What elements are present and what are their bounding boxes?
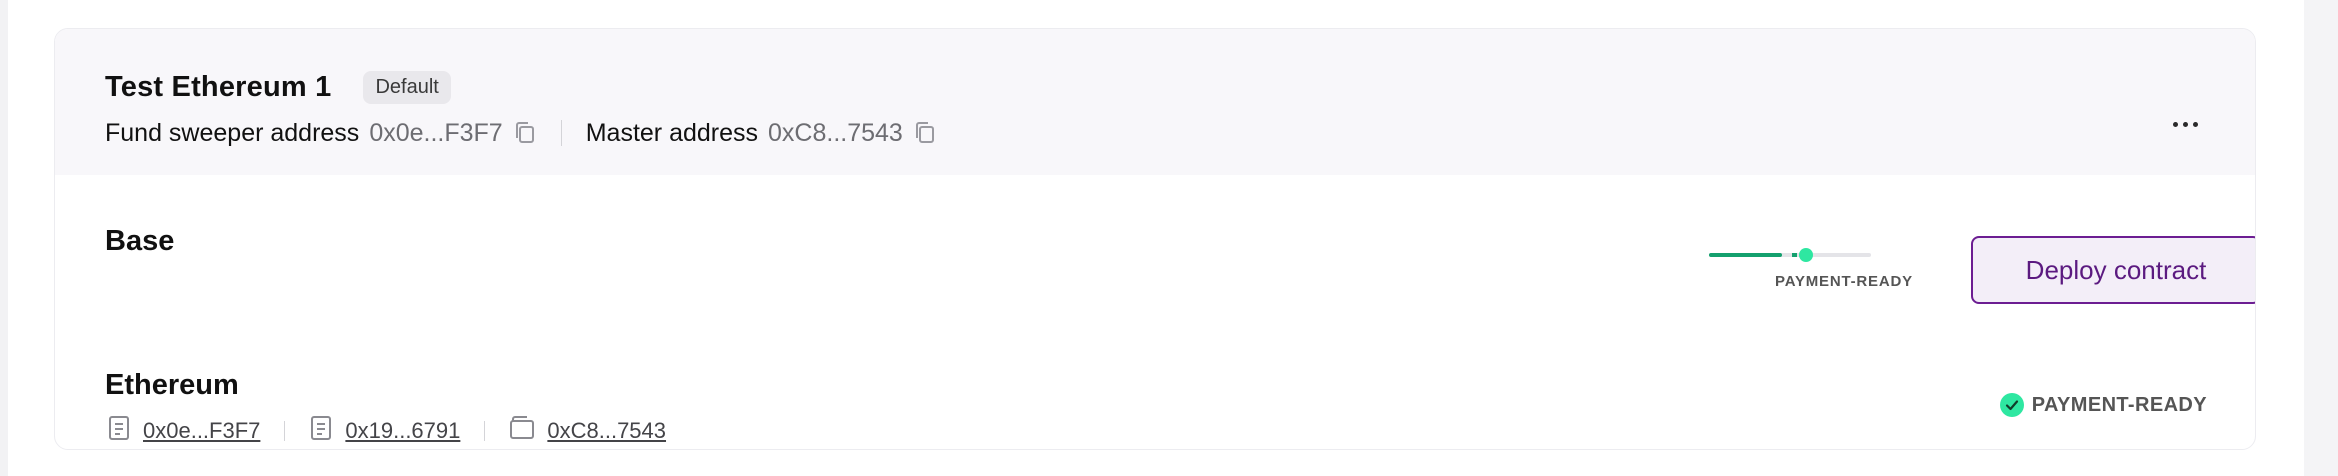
deploy-contract-button[interactable]: Deploy contract	[1971, 236, 2255, 304]
link-divider	[484, 421, 486, 441]
check-circle-icon	[1999, 393, 2024, 417]
address-divider	[560, 120, 562, 146]
wallet-title: Test Ethereum 1	[105, 70, 332, 103]
right-scroll-gutter	[2304, 0, 2338, 476]
deployment-progress	[1709, 219, 1871, 279]
wallet-icon	[509, 414, 535, 448]
ethereum-master-link[interactable]: 0xC8...7543	[547, 418, 666, 444]
wallet-address-row: Fund sweeper address 0x0e...F3F7 Master …	[105, 113, 939, 153]
left-gutter	[0, 0, 8, 476]
document-icon	[107, 414, 131, 448]
ethereum-contract-link[interactable]: 0x19...6791	[345, 418, 460, 444]
ethereum-address-links: 0x0e...F3F7 0x19...6791 0xC8...7543	[107, 415, 666, 447]
network-title-ethereum: Ethereum	[105, 369, 239, 401]
copy-icon[interactable]	[511, 119, 539, 147]
more-options-button[interactable]	[2165, 109, 2205, 139]
progress-fill	[1709, 253, 1782, 257]
link-divider	[284, 421, 286, 441]
more-horizontal-icon	[2172, 121, 2178, 127]
copy-icon[interactable]	[911, 119, 939, 147]
ethereum-link-item: 0x0e...F3F7	[107, 414, 260, 448]
master-address: 0xC8...7543	[768, 118, 903, 147]
wallet-card-header: Test Ethereum 1 Default Fund sweeper add…	[55, 29, 2255, 175]
progress-dot	[1799, 248, 1813, 262]
fund-sweeper-label: Fund sweeper address	[105, 118, 360, 147]
document-icon	[309, 414, 333, 448]
default-badge: Default	[363, 70, 451, 104]
ethereum-status-label: PAYMENT-READY	[2031, 393, 2207, 416]
base-status-label: PAYMENT-READY	[1775, 273, 1913, 290]
fund-sweeper-address: 0x0e...F3F7	[369, 118, 503, 147]
master-address-label: Master address	[585, 118, 759, 147]
progress-dash	[1792, 253, 1797, 257]
network-title-base: Base	[105, 225, 175, 257]
ethereum-link-item: 0x19...6791	[309, 414, 460, 448]
wallet-title-row: Test Ethereum 1 Default	[105, 67, 451, 107]
ethereum-link-item: 0xC8...7543	[509, 414, 666, 448]
page: Test Ethereum 1 Default Fund sweeper add…	[0, 0, 2338, 476]
ethereum-address-link[interactable]: 0x0e...F3F7	[143, 418, 260, 444]
ethereum-status: PAYMENT-READY	[1999, 393, 2207, 417]
wallet-card: Test Ethereum 1 Default Fund sweeper add…	[54, 28, 2256, 450]
